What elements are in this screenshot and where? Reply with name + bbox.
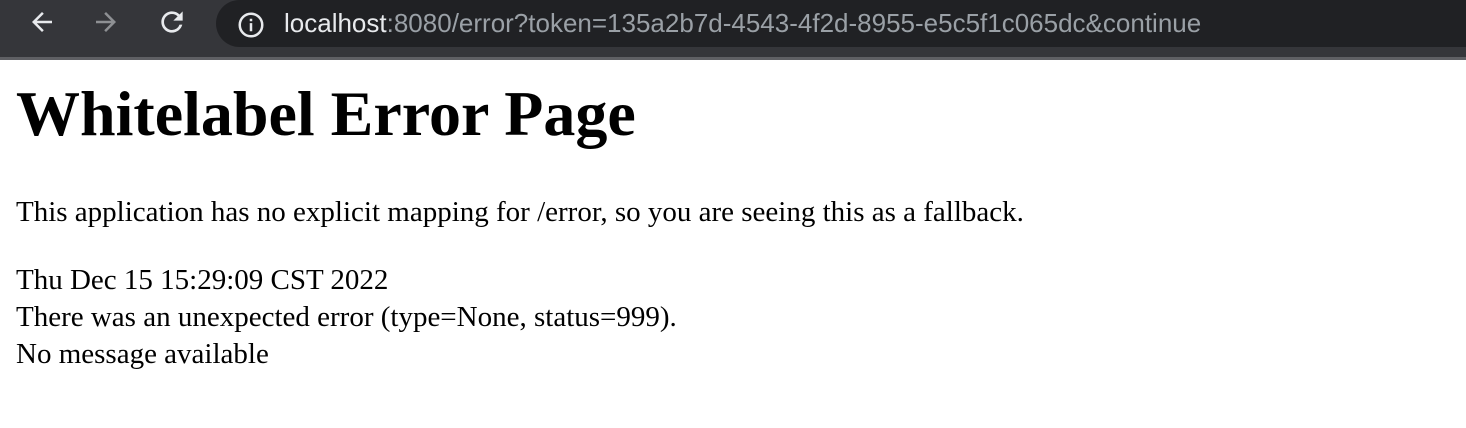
forward-button[interactable] xyxy=(88,4,124,40)
error-details: Thu Dec 15 15:29:09 CST 2022 There was a… xyxy=(16,262,677,373)
error-timestamp: Thu Dec 15 15:29:09 CST 2022 xyxy=(16,264,389,296)
address-bar[interactable]: localhost:8080/error?token=135a2b7d-4543… xyxy=(216,0,1466,47)
forward-arrow-icon xyxy=(96,12,116,32)
error-description: This application has no explicit mapping… xyxy=(16,196,1024,228)
url-text[interactable]: localhost:8080/error?token=135a2b7d-4543… xyxy=(284,6,1201,40)
error-status-line: There was an unexpected error (type=None… xyxy=(16,301,677,333)
reload-icon xyxy=(161,11,183,33)
back-arrow-icon xyxy=(32,12,52,32)
error-message: No message available xyxy=(16,338,269,370)
info-icon[interactable] xyxy=(236,10,266,40)
back-button[interactable] xyxy=(24,4,60,40)
reload-button[interactable] xyxy=(154,4,190,40)
url-path: :8080/error?token=135a2b7d-4543-4f2d-895… xyxy=(386,8,1202,38)
url-host: localhost xyxy=(284,8,387,38)
browser-toolbar: localhost:8080/error?token=135a2b7d-4543… xyxy=(0,0,1466,60)
page-title: Whitelabel Error Page xyxy=(16,78,636,149)
